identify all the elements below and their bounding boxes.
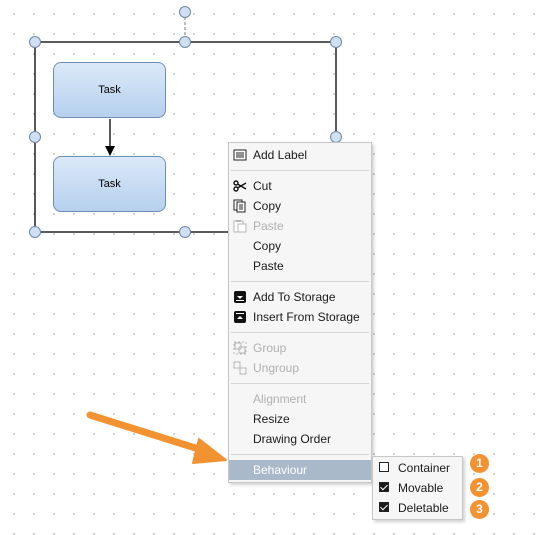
menu-item-label: Copy: [253, 199, 282, 213]
task-node[interactable]: Task: [53, 62, 166, 118]
menu-item-label: Drawing Order: [253, 432, 332, 446]
menu-item-cut[interactable]: Cut: [229, 176, 371, 196]
menu-item-insert-from-storage[interactable]: Insert From Storage: [229, 307, 371, 327]
menu-item-label: Copy: [253, 239, 282, 253]
submenu-item-deletable[interactable]: Deletable: [373, 498, 462, 518]
menu-item-behaviour[interactable]: Behaviour: [229, 460, 371, 480]
rotation-handle[interactable]: [179, 6, 191, 18]
menu-item-label: Cut: [253, 179, 272, 193]
submenu-item-container[interactable]: Container: [373, 458, 462, 478]
resize-handle-ne[interactable]: [330, 36, 342, 48]
menu-item-paste-2[interactable]: Paste: [229, 256, 371, 276]
scissors-icon: [233, 180, 247, 192]
menu-item-label: Add To Storage: [253, 290, 336, 304]
menu-item-group-disabled: Group: [229, 338, 371, 358]
menu-item-add-label[interactable]: Add Label: [229, 145, 371, 165]
behaviour-submenu: Container Movable Deletable: [372, 456, 463, 520]
menu-item-copy-2[interactable]: Copy: [229, 236, 371, 256]
number-badge-1: 1: [470, 454, 489, 473]
menu-item-label: Paste: [253, 259, 284, 273]
menu-item-label: Group: [253, 341, 287, 355]
annotation-arrow: [86, 411, 227, 464]
menu-item-drawing-order[interactable]: Drawing Order: [229, 429, 371, 449]
resize-handle-w[interactable]: [29, 131, 41, 143]
storage-insert-icon: [234, 311, 246, 323]
menu-item-label: Insert From Storage: [253, 310, 360, 324]
group-icon: [233, 341, 247, 355]
menu-item-resize[interactable]: Resize: [229, 409, 371, 429]
task-label: Task: [98, 84, 121, 96]
menu-separator: [231, 383, 369, 384]
label-icon: [233, 149, 247, 161]
number-badge-3: 3: [470, 500, 489, 519]
menu-separator: [231, 332, 369, 333]
resize-handle-s[interactable]: [179, 226, 191, 238]
menu-separator: [231, 454, 369, 455]
storage-add-icon: [234, 291, 246, 303]
number-badge-2: 2: [470, 478, 489, 497]
submenu-item-label: Container: [398, 461, 451, 475]
submenu-item-label: Movable: [398, 481, 444, 495]
menu-item-paste-disabled: Paste: [229, 216, 371, 236]
task-label: Task: [98, 178, 121, 190]
resize-handle-e[interactable]: [330, 131, 342, 143]
menu-item-label: Resize: [253, 412, 290, 426]
menu-separator: [231, 170, 369, 171]
menu-item-label: Alignment: [253, 392, 307, 406]
paste-icon: [233, 220, 247, 233]
checkbox-container[interactable]: [379, 462, 389, 472]
submenu-item-label: Deletable: [398, 501, 449, 515]
menu-separator: [231, 281, 369, 282]
ungroup-icon: [233, 361, 247, 375]
menu-item-label: Add Label: [253, 148, 308, 162]
menu-item-add-to-storage[interactable]: Add To Storage: [229, 287, 371, 307]
submenu-item-movable[interactable]: Movable: [373, 478, 462, 498]
checkbox-deletable[interactable]: [379, 502, 389, 512]
task-node[interactable]: Task: [53, 156, 166, 212]
resize-handle-nw[interactable]: [29, 36, 41, 48]
context-menu: Add Label Cut Copy Paste Copy Paste Add …: [228, 142, 372, 483]
resize-handle-n[interactable]: [179, 36, 191, 48]
menu-item-alignment-disabled: Alignment: [229, 389, 371, 409]
resize-handle-sw[interactable]: [29, 226, 41, 238]
menu-item-label: Behaviour: [253, 463, 308, 477]
menu-item-copy[interactable]: Copy: [229, 196, 371, 216]
menu-item-ungroup-disabled: Ungroup: [229, 358, 371, 378]
menu-item-label: Ungroup: [253, 361, 300, 375]
checkbox-movable[interactable]: [379, 482, 389, 492]
copy-icon: [233, 199, 246, 213]
menu-item-label: Paste: [253, 219, 284, 233]
